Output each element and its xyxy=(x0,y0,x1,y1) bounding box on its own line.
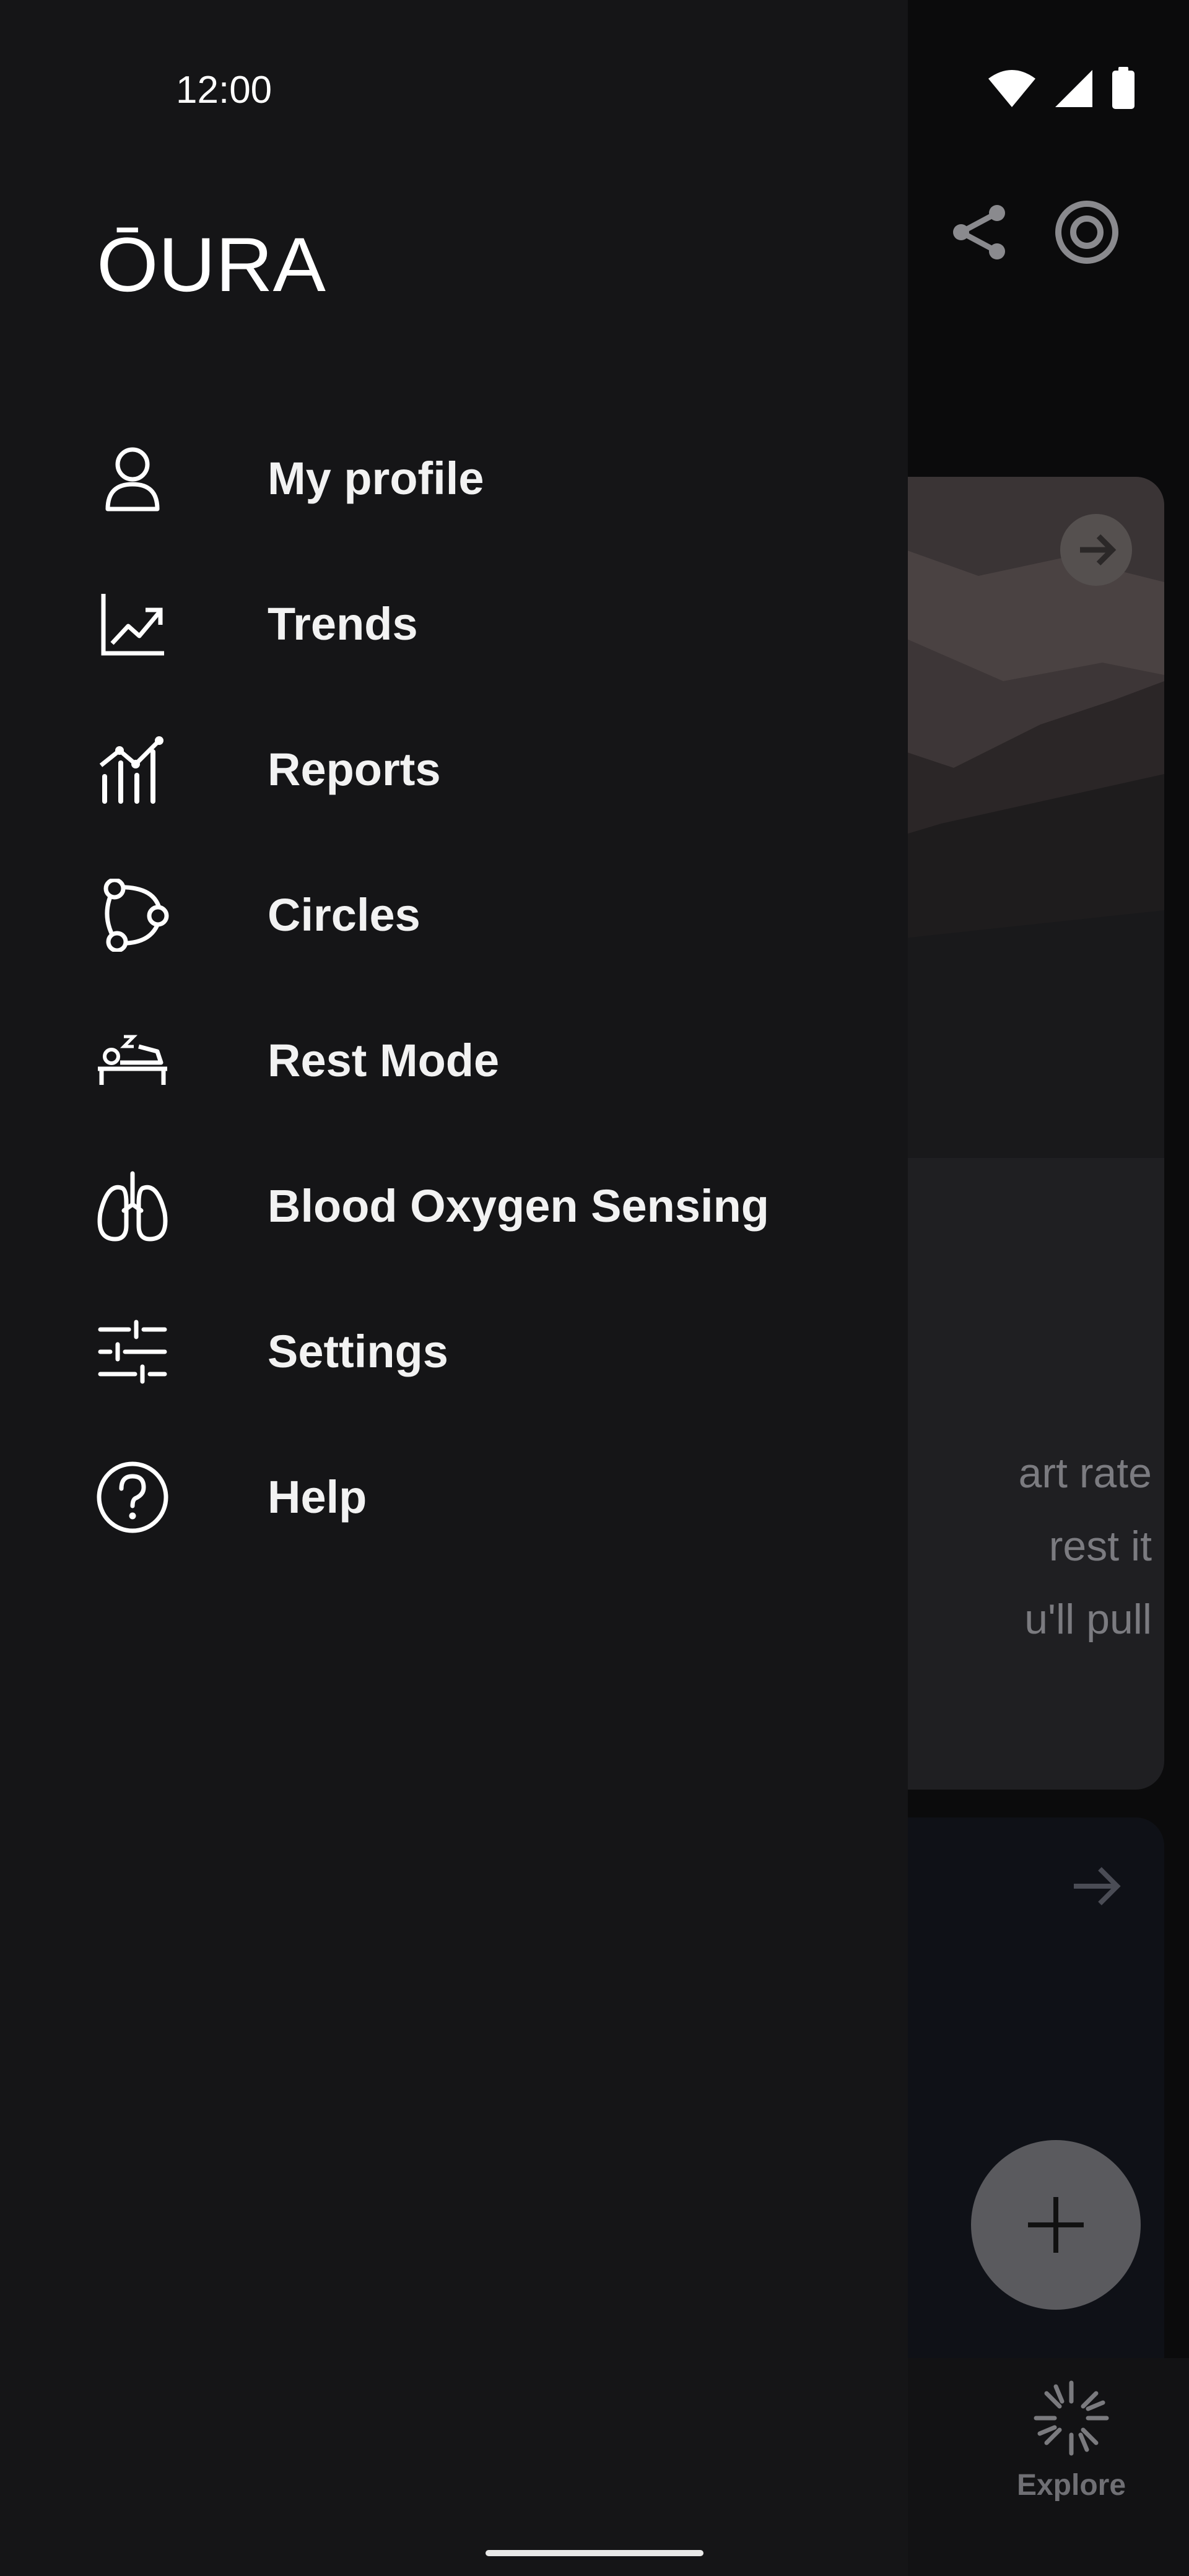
sliders-icon xyxy=(94,1313,171,1390)
menu-item-blood-oxygen-sensing[interactable]: Blood Oxygen Sensing xyxy=(0,1133,908,1279)
tab-explore[interactable]: Explore xyxy=(991,2378,1152,2502)
menu-item-label: Reports xyxy=(268,744,441,795)
add-button[interactable] xyxy=(971,2140,1141,2310)
screen: art rate rest it u'll pull Explore 12:00… xyxy=(0,0,1189,2576)
menu-item-trends[interactable]: Trends xyxy=(0,551,908,697)
drawer-menu: My profile Trends Reports Circles Rest M… xyxy=(0,406,908,1570)
wifi-icon xyxy=(988,70,1035,107)
trend-chart-icon xyxy=(94,586,171,663)
menu-item-help[interactable]: Help xyxy=(0,1424,908,1570)
status-icons xyxy=(987,67,1136,110)
lungs-icon xyxy=(94,1168,171,1245)
menu-item-label: My profile xyxy=(268,453,484,504)
arrow-right-icon[interactable] xyxy=(1059,513,1133,587)
menu-item-label: Trends xyxy=(268,598,418,650)
menu-item-reports[interactable]: Reports xyxy=(0,697,908,842)
menu-item-label: Help xyxy=(268,1471,367,1523)
status-time: 12:00 xyxy=(176,69,272,111)
menu-item-settings[interactable]: Settings xyxy=(0,1279,908,1424)
arrow-right-icon[interactable] xyxy=(1061,1852,1130,1920)
signal-icon xyxy=(1055,70,1092,107)
reports-chart-icon xyxy=(94,731,171,808)
menu-item-label: Settings xyxy=(268,1326,448,1377)
explore-icon xyxy=(1034,2380,1109,2456)
help-circle-icon xyxy=(94,1459,171,1536)
navigation-drawer: 12:00 ŌURA My profile Trends Reports Cir… xyxy=(0,0,908,2576)
menu-item-rest-mode[interactable]: Rest Mode xyxy=(0,988,908,1133)
ring-icon[interactable] xyxy=(1053,198,1121,266)
menu-item-label: Circles xyxy=(268,889,420,941)
home-indicator[interactable] xyxy=(486,2550,703,2556)
plus-icon xyxy=(1028,2197,1084,2253)
brand-text: ŌURA xyxy=(97,222,326,298)
circles-icon xyxy=(94,877,171,954)
rest-bed-icon xyxy=(94,1022,171,1099)
top-actions xyxy=(946,198,1121,266)
menu-item-my-profile[interactable]: My profile xyxy=(0,406,908,551)
battery-icon xyxy=(1112,67,1135,109)
tab-explore-label: Explore xyxy=(1016,2469,1126,2502)
share-icon[interactable] xyxy=(946,198,1014,266)
menu-item-circles[interactable]: Circles xyxy=(0,842,908,988)
oura-logo: ŌURA xyxy=(97,222,326,298)
menu-item-label: Rest Mode xyxy=(268,1035,500,1086)
menu-item-label: Blood Oxygen Sensing xyxy=(268,1180,769,1232)
person-icon xyxy=(94,440,171,517)
